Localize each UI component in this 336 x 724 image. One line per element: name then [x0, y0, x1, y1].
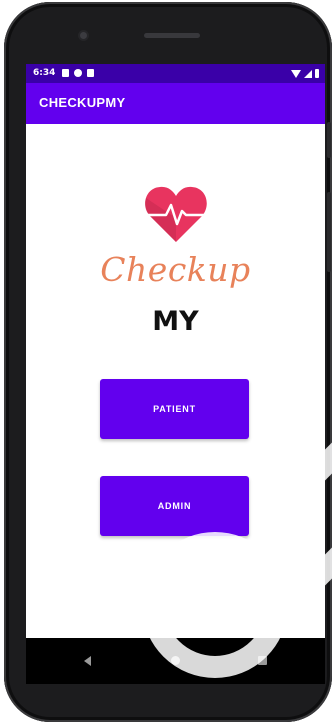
main-content: Checkup MY PATIENT ADMIN — [26, 124, 325, 638]
app-bar: CHECKUPMY — [26, 83, 325, 124]
power-button — [327, 122, 331, 158]
admin-button[interactable]: ADMIN — [100, 476, 249, 536]
earpiece-speaker — [144, 33, 200, 38]
notification-icon — [62, 69, 69, 77]
notification-icons — [62, 69, 94, 77]
home-icon[interactable] — [171, 656, 180, 665]
wifi-icon — [291, 70, 301, 78]
front-camera-icon — [80, 32, 87, 39]
patient-button[interactable]: PATIENT — [100, 379, 249, 439]
page: 6:34 CHECKUPMY Checkup MY PATIENT ADMIN — [0, 0, 336, 724]
heart-pulse-icon — [145, 186, 207, 242]
phone-screen: 6:34 CHECKUPMY Checkup MY PATIENT ADMIN — [26, 64, 325, 684]
logo-sub-text: MY — [152, 306, 199, 337]
signal-icon — [304, 70, 312, 78]
status-time: 6:34 — [33, 68, 56, 78]
system-status-icons — [291, 69, 319, 78]
back-icon[interactable] — [84, 656, 91, 666]
volume-button — [327, 192, 331, 272]
navigation-bar — [26, 638, 325, 684]
recents-icon[interactable] — [258, 656, 267, 665]
app-title: CHECKUPMY — [39, 95, 126, 110]
battery-icon — [315, 69, 319, 78]
status-bar: 6:34 — [26, 64, 325, 83]
notification-icon — [74, 69, 82, 77]
sd-card-icon — [87, 69, 94, 77]
logo-script-text: Checkup — [100, 250, 251, 289]
